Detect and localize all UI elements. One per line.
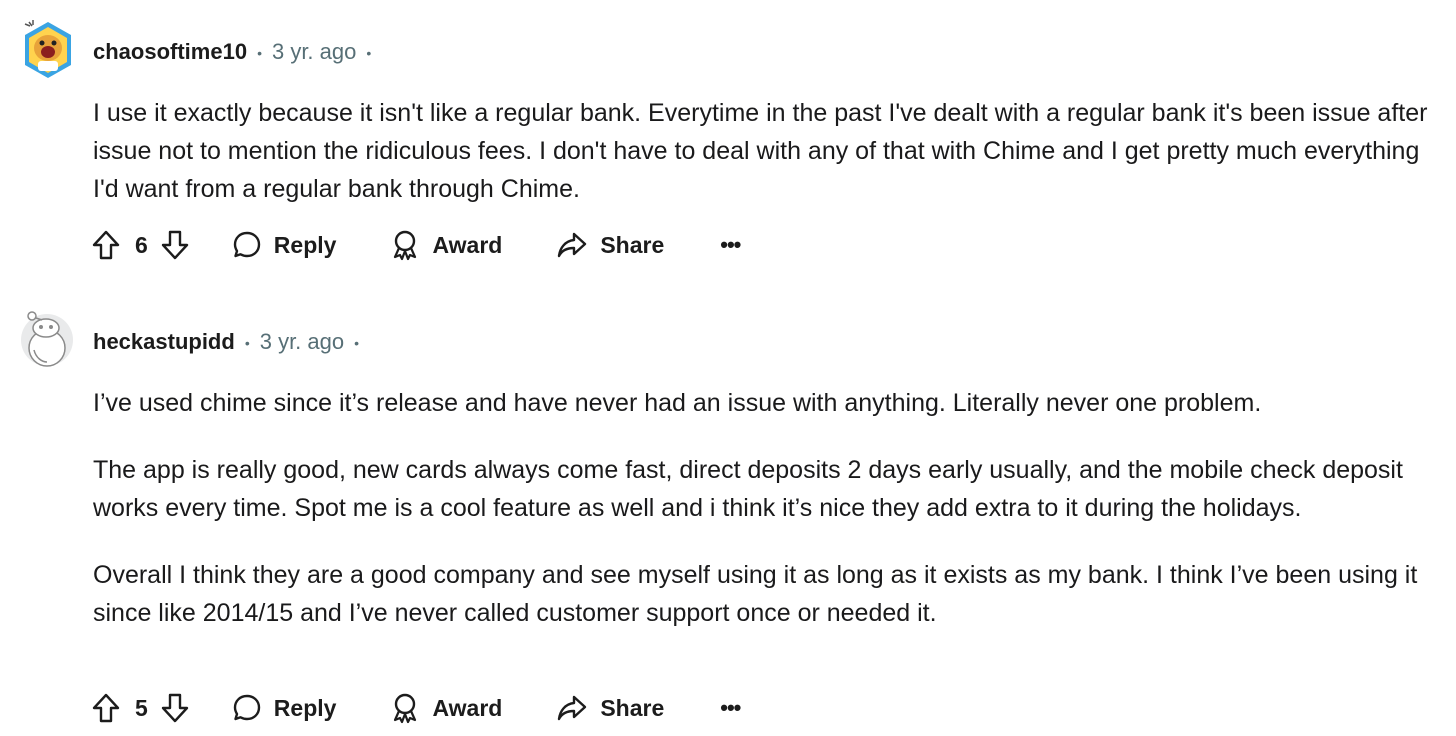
- comment-paragraph: The app is really good, new cards always…: [93, 456, 1403, 522]
- award-button[interactable]: Award: [390, 229, 502, 261]
- upvote-icon[interactable]: [91, 692, 121, 724]
- separator-dot: •: [354, 335, 360, 351]
- more-options-button[interactable]: •••: [720, 695, 741, 721]
- speech-bubble-icon: [232, 230, 262, 260]
- timestamp[interactable]: 3 yr. ago: [260, 329, 344, 355]
- vote-group: 6: [91, 229, 190, 261]
- separator-dot: •: [244, 335, 250, 351]
- vote-count: 5: [135, 694, 148, 721]
- reply-label: Reply: [273, 694, 337, 721]
- reply-label: Reply: [273, 231, 337, 258]
- comment-meta: heckastupidd • 3 yr. ago •: [93, 328, 369, 356]
- comment-meta: chaosoftime10 • 3 yr. ago •: [93, 38, 381, 66]
- username[interactable]: chaosoftime10: [93, 39, 247, 65]
- comment-paragraph: I’ve used chime since it’s release and h…: [93, 389, 1262, 417]
- separator-dot: •: [257, 45, 262, 61]
- downvote-icon[interactable]: [160, 229, 190, 261]
- more-options-button[interactable]: •••: [720, 232, 741, 258]
- timestamp[interactable]: 3 yr. ago: [272, 39, 356, 65]
- username[interactable]: heckastupidd: [93, 329, 235, 355]
- award-ribbon-icon: [390, 229, 420, 261]
- award-label: Award: [432, 694, 503, 721]
- award-ribbon-icon: [390, 692, 420, 724]
- comment-paragraph: I use it exactly because it isn't like a…: [93, 99, 1428, 203]
- comment-actions: 5 Reply Award Share •••: [91, 690, 741, 726]
- award-button[interactable]: Award: [390, 692, 502, 724]
- separator-dot: •: [366, 45, 372, 61]
- snoo-avatar-icon[interactable]: [20, 308, 74, 367]
- comment-paragraph: Overall I think they are a good company …: [93, 561, 1418, 627]
- reply-button[interactable]: Reply: [232, 693, 337, 723]
- share-button[interactable]: Share: [556, 230, 664, 260]
- comment-body: I’ve used chime since it’s release and h…: [93, 384, 1438, 632]
- reply-button[interactable]: Reply: [232, 230, 337, 260]
- share-button[interactable]: Share: [556, 693, 664, 723]
- comment-body: I use it exactly because it isn't like a…: [93, 94, 1438, 208]
- award-label: Award: [432, 231, 503, 258]
- dog-avatar-icon[interactable]: [21, 18, 75, 82]
- downvote-icon[interactable]: [160, 692, 190, 724]
- vote-group: 5: [91, 692, 190, 724]
- vote-count: 6: [135, 231, 148, 258]
- comment-actions: 6 Reply Award Share •••: [91, 227, 741, 263]
- share-arrow-icon: [556, 693, 588, 723]
- share-label: Share: [600, 694, 665, 721]
- share-label: Share: [600, 231, 665, 258]
- speech-bubble-icon: [232, 693, 262, 723]
- share-arrow-icon: [556, 230, 588, 260]
- upvote-icon[interactable]: [91, 229, 121, 261]
